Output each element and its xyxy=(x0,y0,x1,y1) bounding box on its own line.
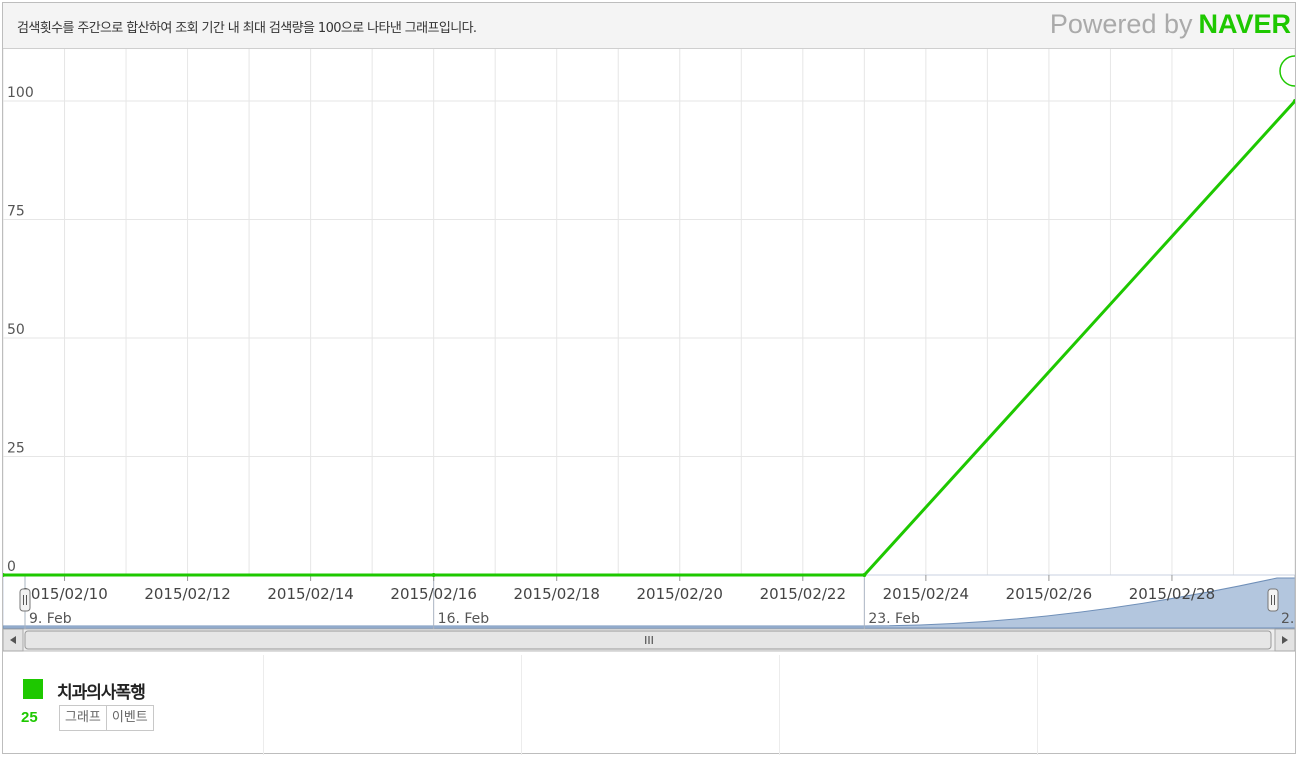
x-tick-label: 2015/02/14 xyxy=(267,585,353,603)
chart-header: 검색횟수를 주간으로 합산하여 조회 기간 내 최대 검색량을 100으로 나타… xyxy=(3,3,1295,49)
legend-divider xyxy=(779,655,780,755)
event-button[interactable]: 이벤트 xyxy=(106,705,154,731)
scrollbar-grip: III xyxy=(644,634,654,647)
trend-chart: 0 25 50 75 100 9. Feb 16. Feb 23. Feb 2. 2015/02/… xyxy=(3,49,1295,652)
navigator-handle[interactable] xyxy=(19,588,31,612)
powered-by-naver-logo: Powered by NAVER xyxy=(1050,9,1291,40)
series-point[interactable] xyxy=(431,573,436,577)
legend-divider xyxy=(263,655,264,755)
y-tick-label: 0 xyxy=(7,559,16,575)
navigator-label: 16. Feb xyxy=(438,611,490,627)
x-tick-label: 2015/02/28 xyxy=(1129,585,1215,603)
tooltip-bubble xyxy=(1279,55,1295,87)
x-tick-label: 2015/02/16 xyxy=(390,585,476,603)
navigator-label: 9. Feb xyxy=(29,611,72,627)
chart-description: 검색횟수를 주간으로 합산하여 조회 기간 내 최대 검색량을 100으로 나타… xyxy=(17,21,477,36)
x-tick-label: 2015/02/10 xyxy=(21,585,107,603)
navigator-label: 23. Feb xyxy=(868,611,920,627)
legend-divider xyxy=(1037,655,1038,755)
y-tick-label: 75 xyxy=(7,204,25,220)
legend-series-name[interactable]: 치과의사폭행 xyxy=(57,678,146,703)
y-tick-label: 25 xyxy=(7,441,25,457)
y-tick-label: 50 xyxy=(7,322,25,338)
x-tick-label: 2015/02/26 xyxy=(1006,585,1092,603)
x-tick-label: 2015/02/22 xyxy=(760,585,846,603)
graph-button[interactable]: 그래프 xyxy=(59,705,107,731)
y-tick-label: 100 xyxy=(7,85,34,101)
legend-value: 25 xyxy=(21,709,38,726)
series-point[interactable] xyxy=(862,573,867,577)
naver-brand: NAVER xyxy=(1198,9,1291,39)
legend-swatch[interactable] xyxy=(23,679,43,699)
legend-button-group: 그래프 이벤트 xyxy=(59,705,154,731)
chart-frame: 검색횟수를 주간으로 합산하여 조회 기간 내 최대 검색량을 100으로 나타… xyxy=(2,2,1296,755)
navigator-handle[interactable] xyxy=(1267,588,1279,612)
navigator-label: 2. xyxy=(1281,611,1294,627)
x-tick-label: 2015/02/12 xyxy=(144,585,230,603)
powered-by-text: Powered by xyxy=(1049,9,1193,39)
legend-divider xyxy=(521,655,522,755)
x-tick-label: 2015/02/20 xyxy=(637,585,723,603)
x-tick-label: 2015/02/24 xyxy=(883,585,969,603)
x-tick-label: 2015/02/18 xyxy=(513,585,599,603)
legend-panel: 치과의사폭행 25 그래프 이벤트 xyxy=(3,655,1295,755)
